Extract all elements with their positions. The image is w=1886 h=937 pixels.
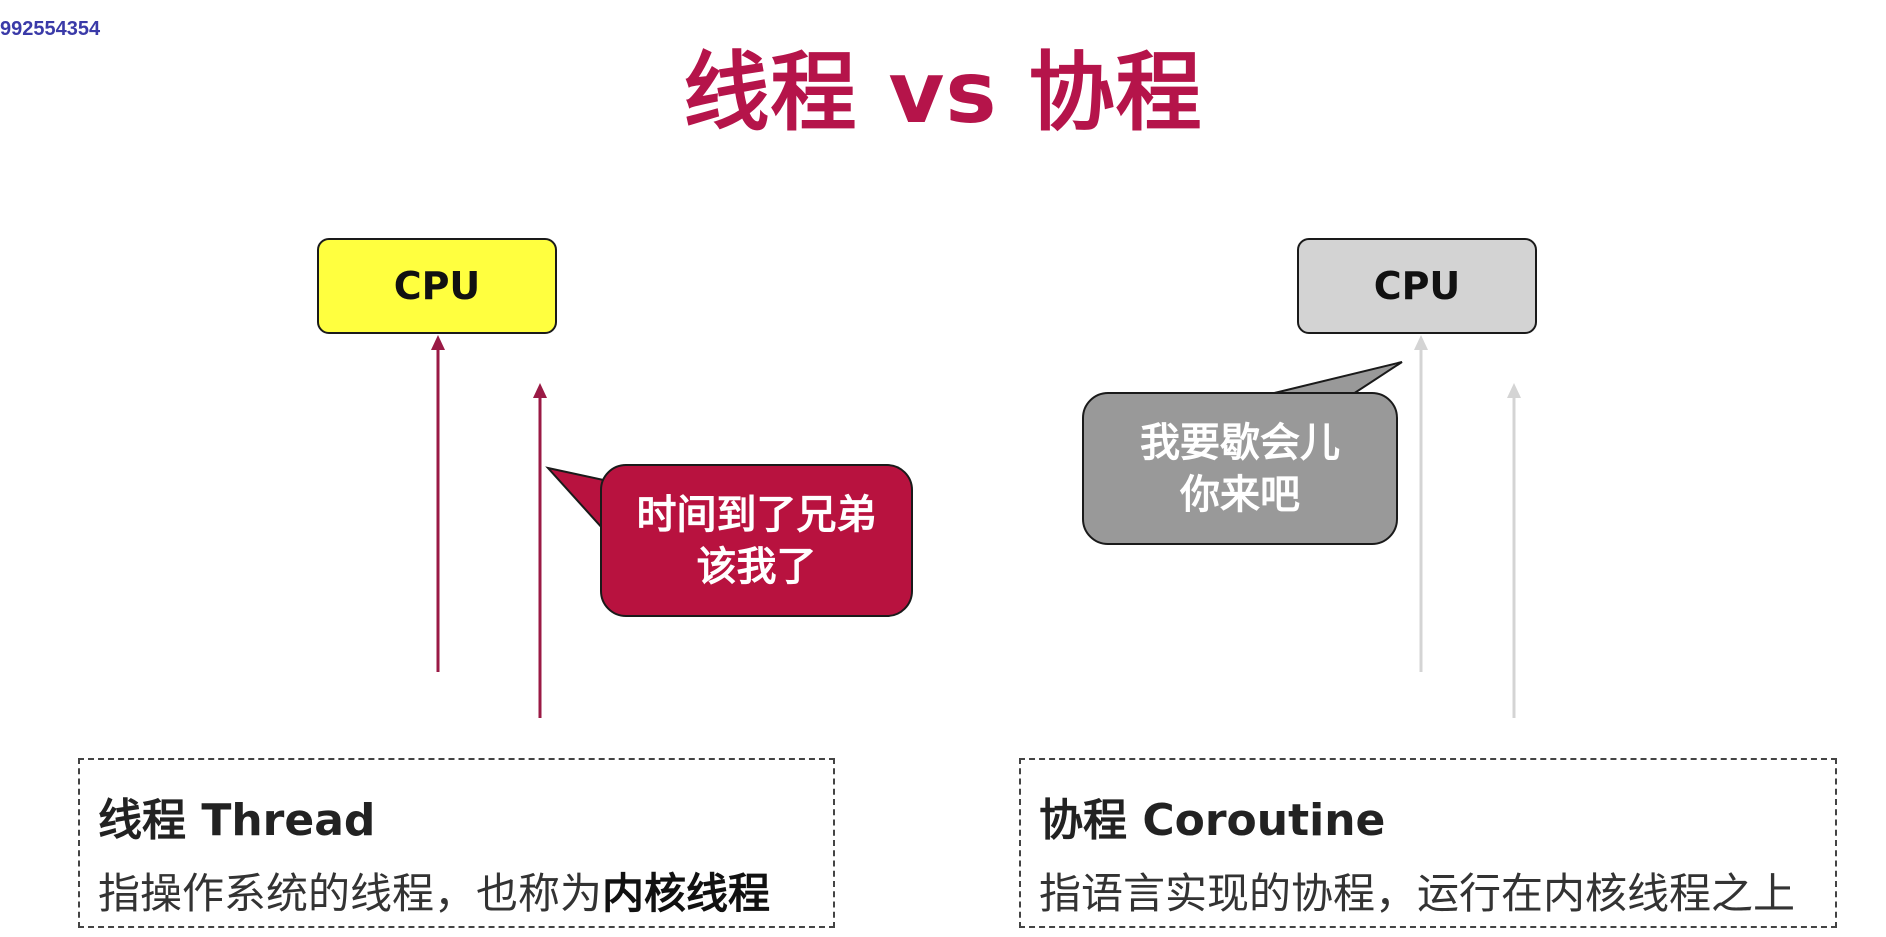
speech-bubble-coroutine: 我要歇会儿 你来吧 bbox=[1082, 392, 1398, 545]
speech-bubble-thread: 时间到了兄弟 该我了 bbox=[600, 464, 913, 617]
coroutine-definition-panel: 协程 Coroutine 指语言实现的协程，运行在内核线程之上 bbox=[1019, 758, 1837, 928]
thread-definition-panel: 线程 Thread 指操作系统的线程，也称为内核线程 bbox=[78, 758, 835, 928]
thread-arrows bbox=[431, 335, 547, 718]
thread-arrow-2-head bbox=[533, 383, 547, 398]
coroutine-arrows bbox=[1414, 335, 1521, 718]
bubble-thread-line-2: 该我了 bbox=[696, 543, 817, 590]
thread-description: 指操作系统的线程，也称为内核线程 bbox=[98, 860, 770, 921]
bubble-thread-line-1: 时间到了兄弟 bbox=[636, 491, 877, 538]
bubble-coroutine-line-2: 你来吧 bbox=[1180, 471, 1300, 518]
thread-description-text: 指操作系统的线程，也称为 bbox=[98, 869, 603, 918]
bubble-tail-coroutine bbox=[1261, 361, 1403, 397]
coroutine-description: 指语言实现的协程，运行在内核线程之上 bbox=[1039, 869, 1796, 918]
thread-heading: 线程 Thread bbox=[98, 795, 376, 846]
coroutine-arrow-1-head bbox=[1414, 335, 1428, 350]
thread-description-emphasis: 内核线程 bbox=[602, 869, 771, 918]
thread-arrow-1-head bbox=[431, 335, 445, 350]
coroutine-arrow-2-head bbox=[1507, 383, 1521, 398]
coroutine-heading: 协程 Coroutine bbox=[1039, 795, 1386, 846]
bubble-coroutine-line-1: 我要歇会儿 bbox=[1140, 419, 1340, 466]
